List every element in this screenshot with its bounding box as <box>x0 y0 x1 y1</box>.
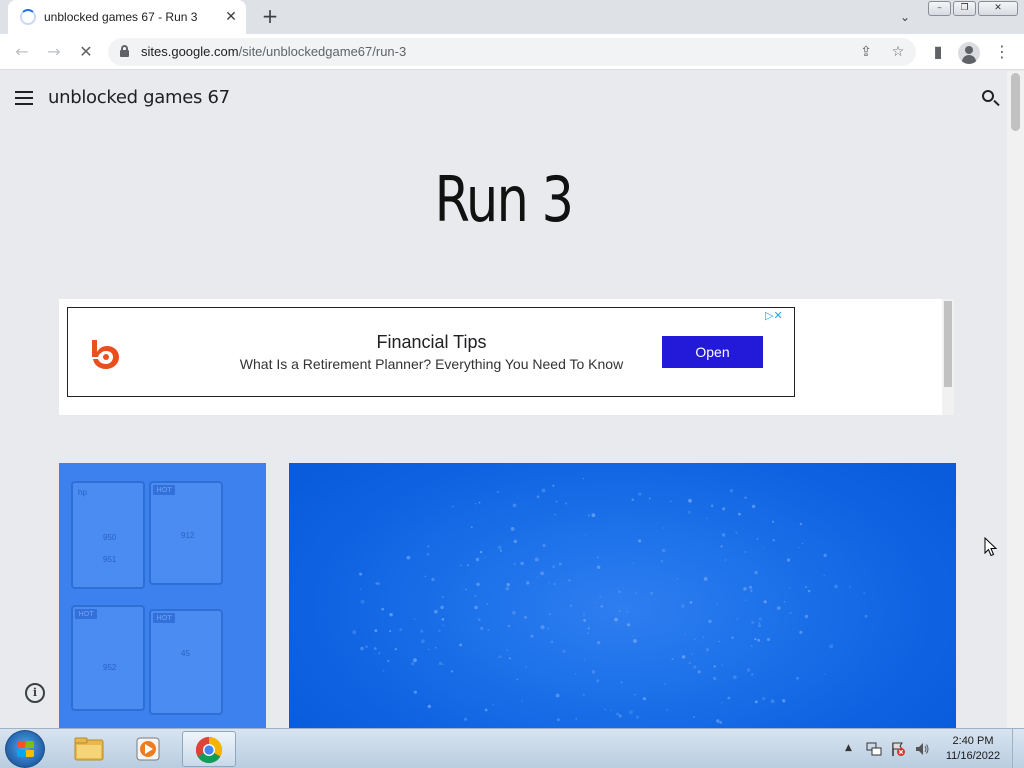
ink-cartridge-pack: HOT 912 <box>149 481 223 585</box>
page-heading: Run 3 <box>434 163 574 236</box>
browser-menu-icon[interactable]: ⋮ <box>990 41 1014 63</box>
game-canvas[interactable] <box>289 463 956 728</box>
share-icon[interactable]: ⇪ <box>856 42 876 62</box>
window-close-button[interactable]: ✕ <box>978 1 1018 16</box>
ink-cartridge-pack: HOT 45 <box>149 609 223 715</box>
ink-cartridge-pack: hp 950 951 <box>71 481 145 589</box>
back-arrow-icon[interactable]: ← <box>10 41 34 63</box>
windows-taskbar: ▲ 2:40 PM 11/16/2022 <box>0 728 1024 768</box>
mouse-cursor-icon <box>984 537 998 557</box>
page-scrollbar[interactable] <box>1007 71 1024 728</box>
window-minimize-button[interactable]: – <box>928 1 951 16</box>
tab-title: unblocked games 67 - Run 3 <box>44 10 198 24</box>
windows-logo-icon <box>17 741 35 758</box>
chrome-icon <box>195 736 223 764</box>
show-desktop-button[interactable] <box>1012 729 1024 768</box>
tab-search-chevron-icon[interactable]: ⌄ <box>895 7 915 27</box>
cartridge-number: 952 <box>103 663 117 672</box>
hot-badge: HOT <box>153 485 175 495</box>
action-center-flag-icon[interactable] <box>890 741 906 757</box>
loading-spinner-icon <box>20 9 36 25</box>
hp-logo-text: hp <box>78 488 87 497</box>
profile-avatar-icon[interactable] <box>958 42 980 64</box>
stop-loading-icon[interactable]: ✕ <box>74 41 98 63</box>
system-clock[interactable]: 2:40 PM 11/16/2022 <box>938 734 1008 764</box>
ink-cartridge-pack: HOT 952 <box>71 605 145 711</box>
browser-toolbar: ← → ✕ sites.google.com/site/unblockedgam… <box>0 34 1024 70</box>
window-restore-button[interactable]: ❐ <box>953 1 976 16</box>
browser-tab-active[interactable]: unblocked games 67 - Run 3 ✕ <box>8 0 246 34</box>
clock-date: 11/16/2022 <box>945 750 1001 762</box>
cartridge-number: 45 <box>181 649 190 658</box>
tray-overflow-arrow-icon[interactable]: ▲ <box>845 743 852 753</box>
taskbar-file-explorer[interactable] <box>62 731 116 767</box>
cartridge-number: 950 <box>103 533 117 542</box>
bookmark-star-icon[interactable]: ☆ <box>888 42 908 62</box>
hot-badge: HOT <box>75 609 97 619</box>
printer-ink-ad[interactable]: hp 950 951 HOT 912 HOT 952 HOT 45 <box>59 463 266 728</box>
cartridge-number: 951 <box>103 555 117 564</box>
folder-icon <box>74 737 104 761</box>
search-icon[interactable] <box>980 88 1002 110</box>
new-tab-button[interactable]: + <box>258 5 282 29</box>
taskbar-chrome[interactable] <box>182 731 236 767</box>
media-player-icon <box>136 737 160 761</box>
clock-time: 2:40 PM <box>952 735 994 747</box>
forward-arrow-icon[interactable]: → <box>42 41 66 63</box>
tab-close-icon[interactable]: ✕ <box>222 8 240 26</box>
info-icon[interactable]: i <box>25 683 45 703</box>
address-bar[interactable]: sites.google.com/site/unblockedgame67/ru… <box>108 38 916 66</box>
url-host: sites.google.com <box>141 44 239 59</box>
side-panel-icon[interactable]: ▮ <box>926 41 950 63</box>
star-field <box>352 478 868 724</box>
volume-icon[interactable] <box>914 741 930 757</box>
cartridge-number: 912 <box>181 531 195 540</box>
hamburger-menu-icon[interactable] <box>15 91 33 105</box>
ad-frame: Financial Tips What Is a Retirement Plan… <box>59 299 954 415</box>
hot-badge: HOT <box>153 613 175 623</box>
ad-banner[interactable]: Financial Tips What Is a Retirement Plan… <box>67 307 795 397</box>
url-text[interactable]: sites.google.com/site/unblockedgame67/ru… <box>141 44 406 59</box>
start-button[interactable] <box>5 730 45 768</box>
adchoices-icon[interactable]: ▷✕ <box>765 309 795 323</box>
lock-icon[interactable] <box>120 45 129 57</box>
tab-strip: unblocked games 67 - Run 3 ✕ + ⌄ – ❐ ✕ <box>0 0 1024 34</box>
taskbar-media-player[interactable] <box>122 731 176 767</box>
ad-open-button[interactable]: Open <box>662 336 763 368</box>
ad-frame-scrollbar[interactable] <box>942 299 954 415</box>
site-title[interactable]: unblocked games 67 <box>48 87 230 108</box>
page-content: unblocked games 67 Run 3 Financial Tips … <box>0 71 1024 728</box>
network-icon[interactable] <box>866 741 882 757</box>
url-path: /site/unblockedgame67/run-3 <box>238 44 407 59</box>
